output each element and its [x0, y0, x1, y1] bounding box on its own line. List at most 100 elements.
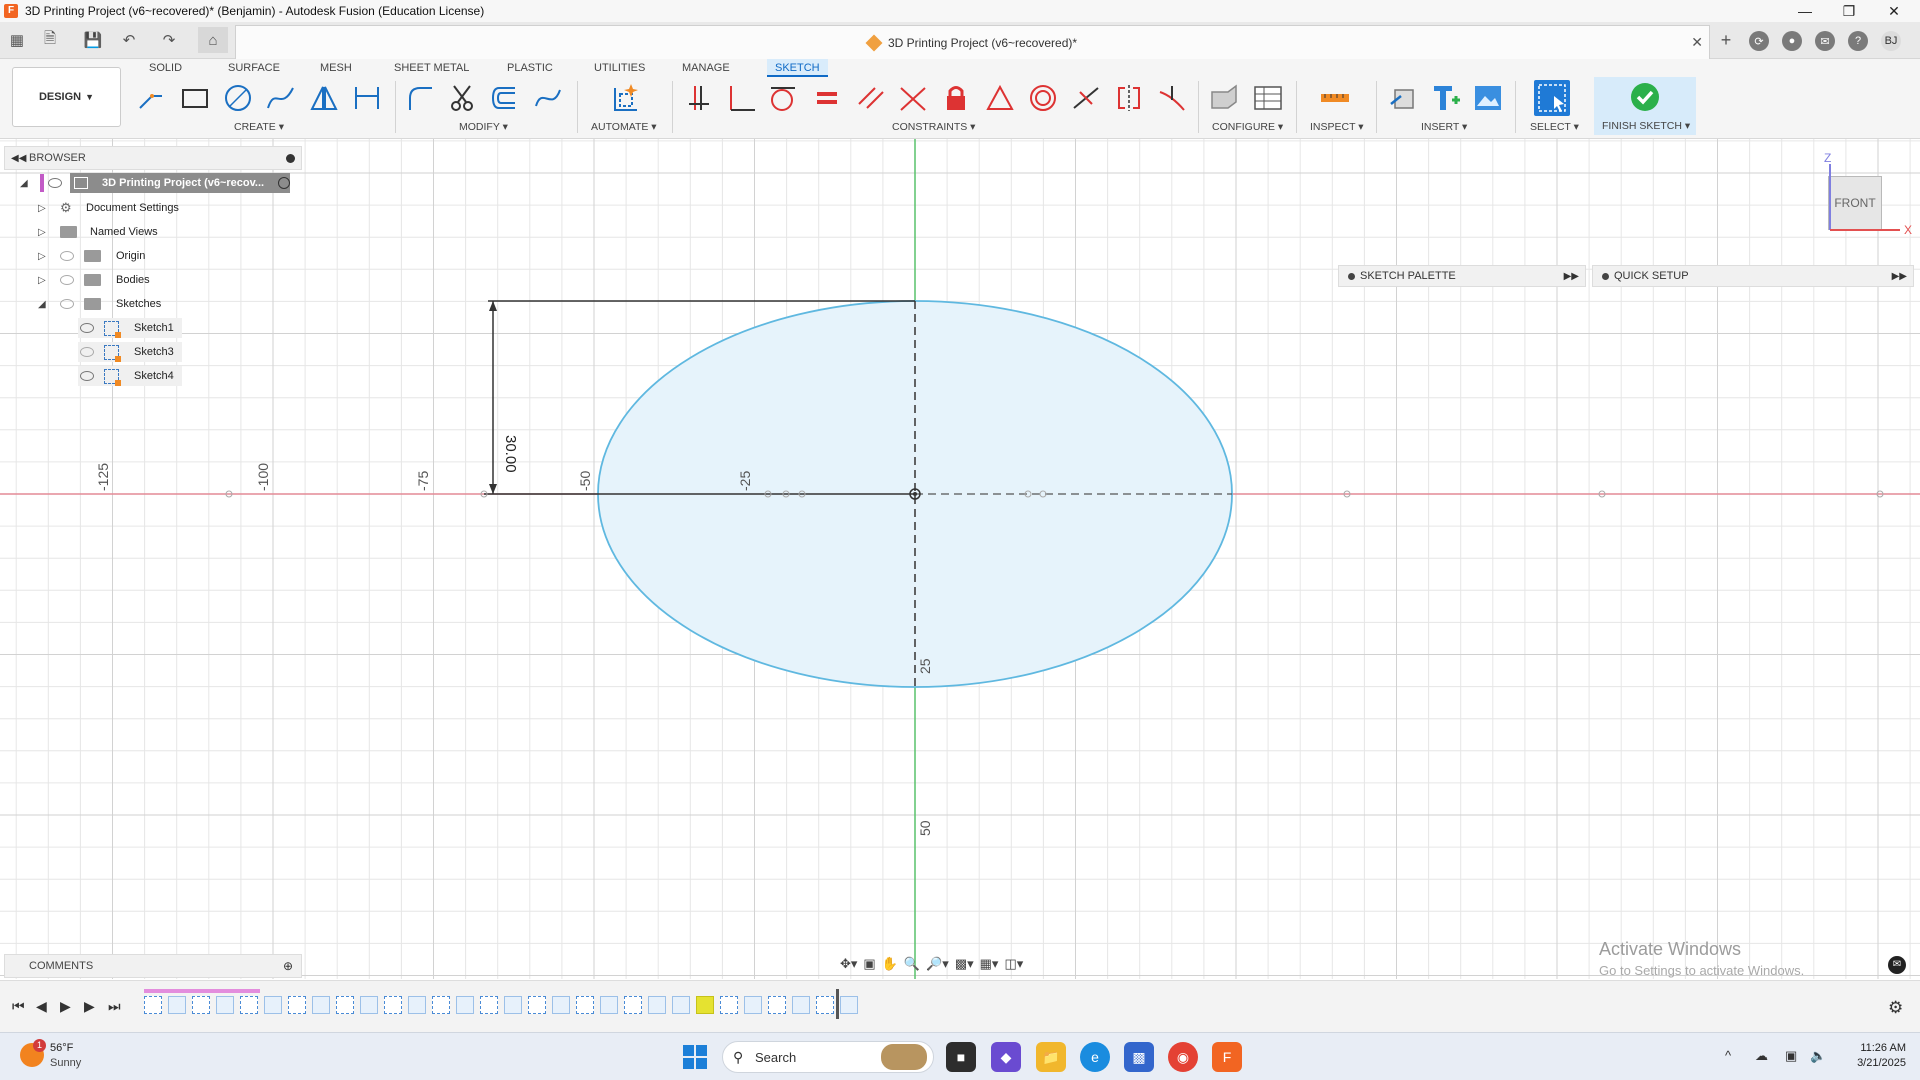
help-icon[interactable]: ? [1848, 31, 1868, 51]
grid-settings-icon[interactable]: ▦▾ [980, 956, 999, 972]
cloud-sync-icon[interactable]: ☁ [1755, 1048, 1768, 1064]
constraints-group-label[interactable]: CONSTRAINTS ▾ [892, 121, 975, 133]
file-menu-icon[interactable]: 🗎 [38, 27, 62, 53]
timeline-feature[interactable] [600, 996, 618, 1014]
timeline-feature[interactable] [648, 996, 666, 1014]
viewports-icon[interactable]: ◫▾ [1004, 956, 1023, 972]
measure-tool-icon[interactable] [1317, 80, 1353, 116]
browser-item-sketch3[interactable]: Sketch3 [78, 342, 182, 362]
tab-sketch[interactable]: SKETCH [767, 59, 828, 77]
timeline-feature[interactable] [696, 996, 714, 1014]
browser-item-sketch4[interactable]: Sketch4 [78, 366, 182, 386]
timeline-feature[interactable] [360, 996, 378, 1014]
collapse-browser-icon[interactable]: ◀◀ [11, 153, 26, 164]
circle-tool-icon[interactable] [220, 80, 256, 116]
timeline-feature[interactable] [552, 996, 570, 1014]
tab-surface[interactable]: SURFACE [220, 59, 288, 77]
user-avatar[interactable]: BJ [1881, 31, 1901, 51]
tangent-constraint-icon[interactable] [765, 80, 801, 116]
inspect-group-label[interactable]: INSPECT ▾ [1310, 121, 1364, 133]
expand-palette-icon[interactable]: ▶▶ [1564, 271, 1579, 282]
browser-item-sketches[interactable]: ◢ Sketches [38, 294, 238, 314]
timeline-feature[interactable] [744, 996, 762, 1014]
curvature-constraint-icon[interactable] [1154, 80, 1190, 116]
timeline-sketch-feature[interactable] [288, 996, 306, 1014]
weather-temperature[interactable]: 56°F [50, 1042, 73, 1054]
tab-mesh[interactable]: MESH [312, 59, 360, 77]
fix-constraint-icon[interactable] [938, 80, 974, 116]
browser-item-document-settings[interactable]: ▷ ⚙ Document Settings [38, 198, 238, 218]
configure-parameters-icon[interactable] [1206, 80, 1242, 116]
activate-radio-icon[interactable] [278, 177, 290, 189]
browser-item-sketch1[interactable]: Sketch1 [78, 318, 182, 338]
rectangle-tool-icon[interactable] [177, 80, 213, 116]
sketch-palette-header[interactable]: SKETCH PALETTE ▶▶ [1338, 265, 1586, 287]
tab-solid[interactable]: SOLID [141, 59, 190, 77]
timeline-settings-icon[interactable]: ⚙ [1888, 998, 1903, 1018]
visibility-eye-icon[interactable] [80, 347, 94, 357]
select-group-label[interactable]: SELECT ▾ [1530, 121, 1579, 133]
insert-image-icon[interactable] [1470, 80, 1506, 116]
network-icon[interactable]: ▣ [1785, 1048, 1797, 1064]
restore-button[interactable]: ❐ [1826, 0, 1872, 22]
collapse-triangle-icon[interactable]: ◢ [38, 299, 46, 310]
insert-group-label[interactable]: INSERT ▾ [1421, 121, 1467, 133]
weather-description[interactable]: Sunny [50, 1057, 81, 1069]
undo-icon[interactable]: ↶ [116, 27, 142, 53]
visibility-eye-icon[interactable] [48, 178, 62, 188]
timeline-sketch-feature[interactable] [192, 996, 210, 1014]
offset-tool-icon[interactable] [487, 80, 523, 116]
task-view-icon[interactable]: ■ [946, 1042, 976, 1072]
browser-panel-header[interactable]: ◀◀ BROWSER [4, 146, 302, 170]
equal-constraint-icon[interactable] [809, 80, 845, 116]
step-forward-icon[interactable]: ▶ [84, 998, 95, 1015]
edge-browser-icon[interactable]: e [1080, 1042, 1110, 1072]
browser-item-bodies[interactable]: ▷ Bodies [38, 270, 238, 290]
display-settings-icon[interactable]: ▩▾ [955, 956, 974, 972]
timeline-sketch-feature[interactable] [720, 996, 738, 1014]
close-tab-icon[interactable]: ✕ [1691, 34, 1703, 51]
create-group-label[interactable]: CREATE ▾ [234, 121, 284, 133]
tab-manage[interactable]: MANAGE [674, 59, 738, 77]
job-status-icon[interactable]: ● [1782, 31, 1802, 51]
timeline-sketch-feature[interactable] [528, 996, 546, 1014]
automate-tool-icon[interactable] [607, 80, 643, 116]
visibility-eye-icon[interactable] [60, 299, 74, 309]
expand-triangle-icon[interactable]: ◢ [20, 178, 28, 189]
timeline-feature[interactable] [312, 996, 330, 1014]
timeline-sketch-feature[interactable] [480, 996, 498, 1014]
timeline-sketch-feature[interactable] [240, 996, 258, 1014]
expand-palette-icon[interactable]: ▶▶ [1892, 271, 1907, 282]
browser-pin-icon[interactable] [286, 153, 295, 163]
automate-group-label[interactable]: AUTOMATE ▾ [591, 121, 657, 133]
horizontal-vertical-constraint-icon[interactable] [1068, 80, 1104, 116]
timeline-feature[interactable] [504, 996, 522, 1014]
insert-text-icon[interactable] [1428, 80, 1464, 116]
collinear-constraint-icon[interactable] [895, 80, 931, 116]
finish-sketch-button[interactable]: FINISH SKETCH ▾ [1594, 77, 1696, 135]
timeline-sketch-feature[interactable] [816, 996, 834, 1014]
browser-root-node[interactable]: ◢ 3D Printing Project (v6~recov... [20, 173, 298, 193]
curve-tool-icon[interactable] [530, 80, 566, 116]
go-to-start-icon[interactable]: ⏮ [12, 998, 25, 1015]
timeline-feature[interactable] [264, 996, 282, 1014]
modify-group-label[interactable]: MODIFY ▾ [459, 121, 508, 133]
go-to-end-icon[interactable]: ⏭ [108, 998, 121, 1015]
coincident-constraint-icon[interactable] [681, 80, 717, 116]
timeline-feature[interactable] [456, 996, 474, 1014]
timeline-feature[interactable] [216, 996, 234, 1014]
timeline-sketch-feature[interactable] [624, 996, 642, 1014]
insert-derive-icon[interactable] [1385, 80, 1421, 116]
redo-icon[interactable]: ↷ [156, 27, 182, 53]
timeline-sketch-feature[interactable] [432, 996, 450, 1014]
visibility-eye-icon[interactable] [60, 275, 74, 285]
timeline-marker[interactable] [836, 989, 839, 1019]
taskbar-search[interactable]: ⚲ Search [722, 1041, 934, 1073]
select-tool-icon[interactable] [1534, 80, 1570, 116]
perpendicular-constraint-icon[interactable] [723, 80, 759, 116]
chat-icon[interactable]: ✉ [1888, 956, 1906, 974]
tab-plastic[interactable]: PLASTIC [499, 59, 561, 77]
m365-app-icon[interactable]: ◆ [991, 1042, 1021, 1072]
notifications-icon[interactable]: ✉ [1815, 31, 1835, 51]
timeline-feature[interactable] [408, 996, 426, 1014]
